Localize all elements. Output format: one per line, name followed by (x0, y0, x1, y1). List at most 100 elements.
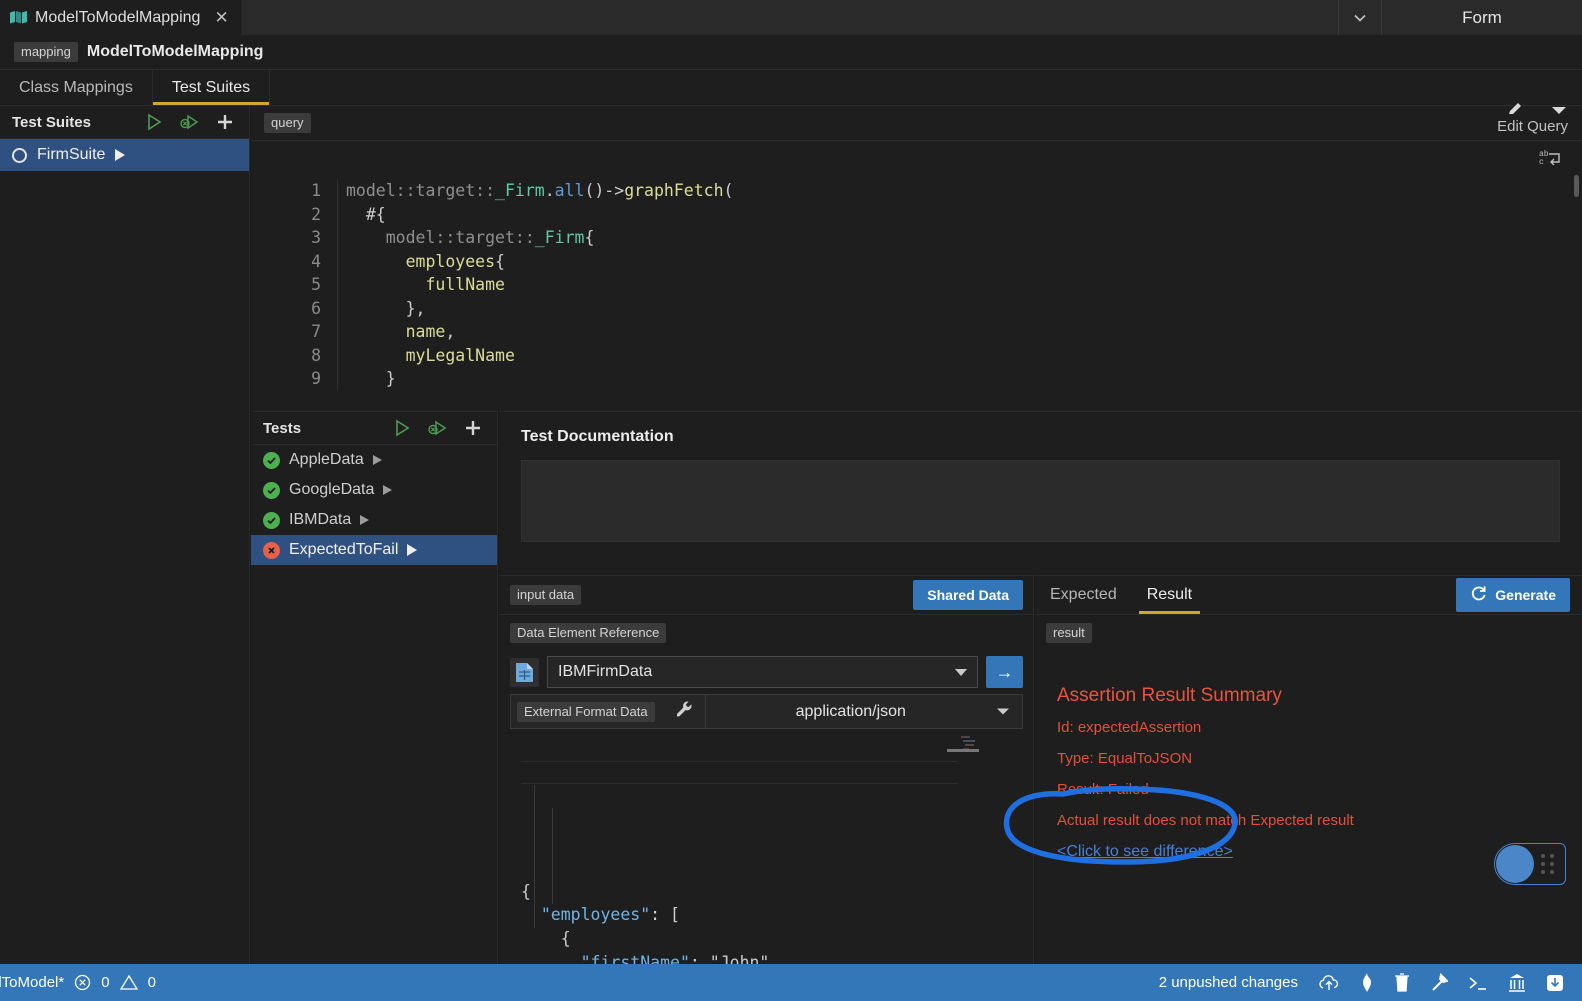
cloud-upload-icon[interactable] (1318, 974, 1340, 992)
code-body: 123456789 model::target::_Firm.all()->gr… (251, 179, 1582, 391)
tab-result[interactable]: Result (1132, 576, 1207, 614)
test-suites-panel: Test Suites FirmSuite (0, 106, 250, 964)
assertion-summary: Assertion Result Summary Id: expectedAss… (1035, 650, 1582, 861)
data-element-value: IBMFirmData (558, 663, 653, 680)
run-all-icon[interactable] (393, 419, 413, 437)
test-documentation-input[interactable] (521, 460, 1560, 542)
result-tabs: Expected Result Generate (1035, 576, 1582, 615)
test-status-pass-icon (263, 511, 280, 529)
assistant-avatar[interactable] (1496, 845, 1534, 883)
project-label[interactable]: elToModel* (0, 974, 64, 991)
test-item-ibmdata[interactable]: IBMData (251, 505, 497, 535)
result-chip: result (1046, 622, 1092, 643)
json-scrollbar[interactable] (947, 749, 979, 752)
warning-count: 0 (147, 974, 156, 991)
data-element-selector-row: IBMFirmData → (499, 650, 1033, 694)
result-chip-row: result (1035, 615, 1582, 650)
tests-panel: Tests AppleData GoogleData IBMData Expected… (251, 411, 498, 964)
suite-status-icon (12, 147, 27, 163)
generate-button[interactable]: Generate (1456, 578, 1570, 612)
data-element-select[interactable]: IBMFirmData (547, 656, 978, 688)
unpushed-changes-label[interactable]: 2 unpushed changes (1159, 974, 1298, 991)
run-failed-icon[interactable] (427, 419, 449, 437)
warning-triangle-icon[interactable] (119, 974, 138, 991)
line-number-gutter: 1 2 3 4 5 6 7 8 9 (251, 179, 337, 391)
close-icon[interactable]: ✕ (214, 8, 228, 28)
file-tab-model-to-model-mapping[interactable]: ModelToModelMapping ✕ (0, 0, 242, 35)
line-number: 6 (311, 298, 321, 318)
line-number: 2 (311, 204, 321, 224)
status-bar: elToModel* 0 0 2 unpushed changes (0, 964, 1582, 1001)
test-suites-header: Test Suites (0, 106, 249, 139)
assertion-summary-line: Id: expectedAssertion (1057, 719, 1202, 736)
hammer-icon[interactable] (1430, 973, 1448, 992)
run-test-icon[interactable] (407, 544, 418, 556)
plugin-icon[interactable] (1546, 974, 1564, 992)
line-number: 1 (311, 181, 321, 200)
run-test-icon[interactable] (360, 515, 370, 525)
code-line: }, (346, 298, 426, 318)
breadcrumb: mapping ModelToModelMapping (0, 35, 1582, 70)
run-suite-icon[interactable] (115, 149, 126, 161)
run-test-icon[interactable] (383, 485, 393, 495)
test-suites-actions (145, 112, 249, 132)
word-wrap-icon[interactable]: ab c (1538, 147, 1562, 174)
json-line: { (521, 928, 571, 948)
data-file-icon (510, 657, 539, 687)
add-icon[interactable] (463, 418, 483, 438)
line-number: 8 (311, 345, 321, 365)
shared-data-button[interactable]: Shared Data (913, 580, 1023, 610)
input-data-chip: input data (510, 585, 582, 605)
chevron-down-icon[interactable] (996, 703, 1022, 721)
test-item-expectedtofail[interactable]: ExpectedToFail (251, 535, 497, 565)
trash-icon[interactable] (1394, 973, 1410, 992)
drag-handle-icon[interactable] (1541, 854, 1555, 874)
test-status-pass-icon (263, 451, 280, 469)
form-button[interactable]: Form (1382, 0, 1582, 35)
tests-title: Tests (263, 419, 302, 437)
code-scrollbar[interactable] (1574, 175, 1579, 197)
run-failed-icon[interactable] (179, 113, 201, 131)
line-number: 5 (311, 275, 321, 294)
refresh-icon (1470, 585, 1487, 605)
tab-test-suites[interactable]: Test Suites (152, 70, 271, 105)
page-title: ModelToModelMapping (86, 43, 264, 60)
code-line: #{ (346, 204, 386, 224)
error-circle-icon[interactable] (74, 974, 91, 991)
test-label: AppleData (289, 451, 364, 468)
chevron-down-icon[interactable] (1338, 0, 1382, 35)
run-test-icon[interactable] (372, 455, 382, 465)
code-line: fullName (425, 275, 505, 294)
generate-wrapper: Generate (1456, 576, 1582, 614)
assistant-icon[interactable] (1508, 973, 1526, 992)
flame-icon[interactable] (1360, 973, 1374, 992)
error-count: 0 (101, 974, 110, 991)
tab-expected[interactable]: Expected (1035, 576, 1132, 614)
assertion-summary-line: Result: Failed (1057, 781, 1149, 798)
test-status-fail-icon (263, 541, 280, 559)
test-suites-title: Test Suites (12, 113, 91, 131)
test-item-appledata[interactable]: AppleData (251, 445, 497, 475)
floating-assistant-widget[interactable] (1494, 843, 1566, 885)
chevron-down-icon (955, 668, 967, 676)
code-text[interactable]: model::target::_Firm.all()->graphFetch( … (337, 179, 733, 391)
add-icon[interactable] (215, 112, 235, 132)
terminal-icon[interactable] (1468, 974, 1488, 992)
tests-header: Tests (251, 412, 497, 445)
test-item-googledata[interactable]: GoogleData (251, 475, 497, 505)
external-format-data-chip: External Format Data (517, 701, 655, 722)
run-all-icon[interactable] (145, 113, 165, 131)
query-code-editor[interactable]: ab c 123456789 model::target::_Firm.all()… (251, 141, 1582, 411)
test-suite-item-firmsuite[interactable]: FirmSuite (0, 139, 249, 171)
see-difference-link[interactable]: <Click to see difference> (1057, 843, 1233, 861)
input-data-header: input data Shared Data (499, 576, 1033, 615)
test-label: IBMData (289, 511, 352, 528)
open-element-button[interactable]: → (986, 656, 1023, 688)
test-documentation-panel: Test Documentation (499, 411, 1582, 575)
code-line: employees{ (405, 251, 505, 271)
test-documentation-title: Test Documentation (521, 428, 674, 445)
input-data-panel: input data Shared Data Data Element Refe… (499, 575, 1034, 1001)
tab-class-mappings[interactable]: Class Mappings (0, 70, 153, 105)
wrench-icon[interactable] (675, 700, 693, 723)
status-bar-right: 2 unpushed changes (1159, 973, 1582, 992)
